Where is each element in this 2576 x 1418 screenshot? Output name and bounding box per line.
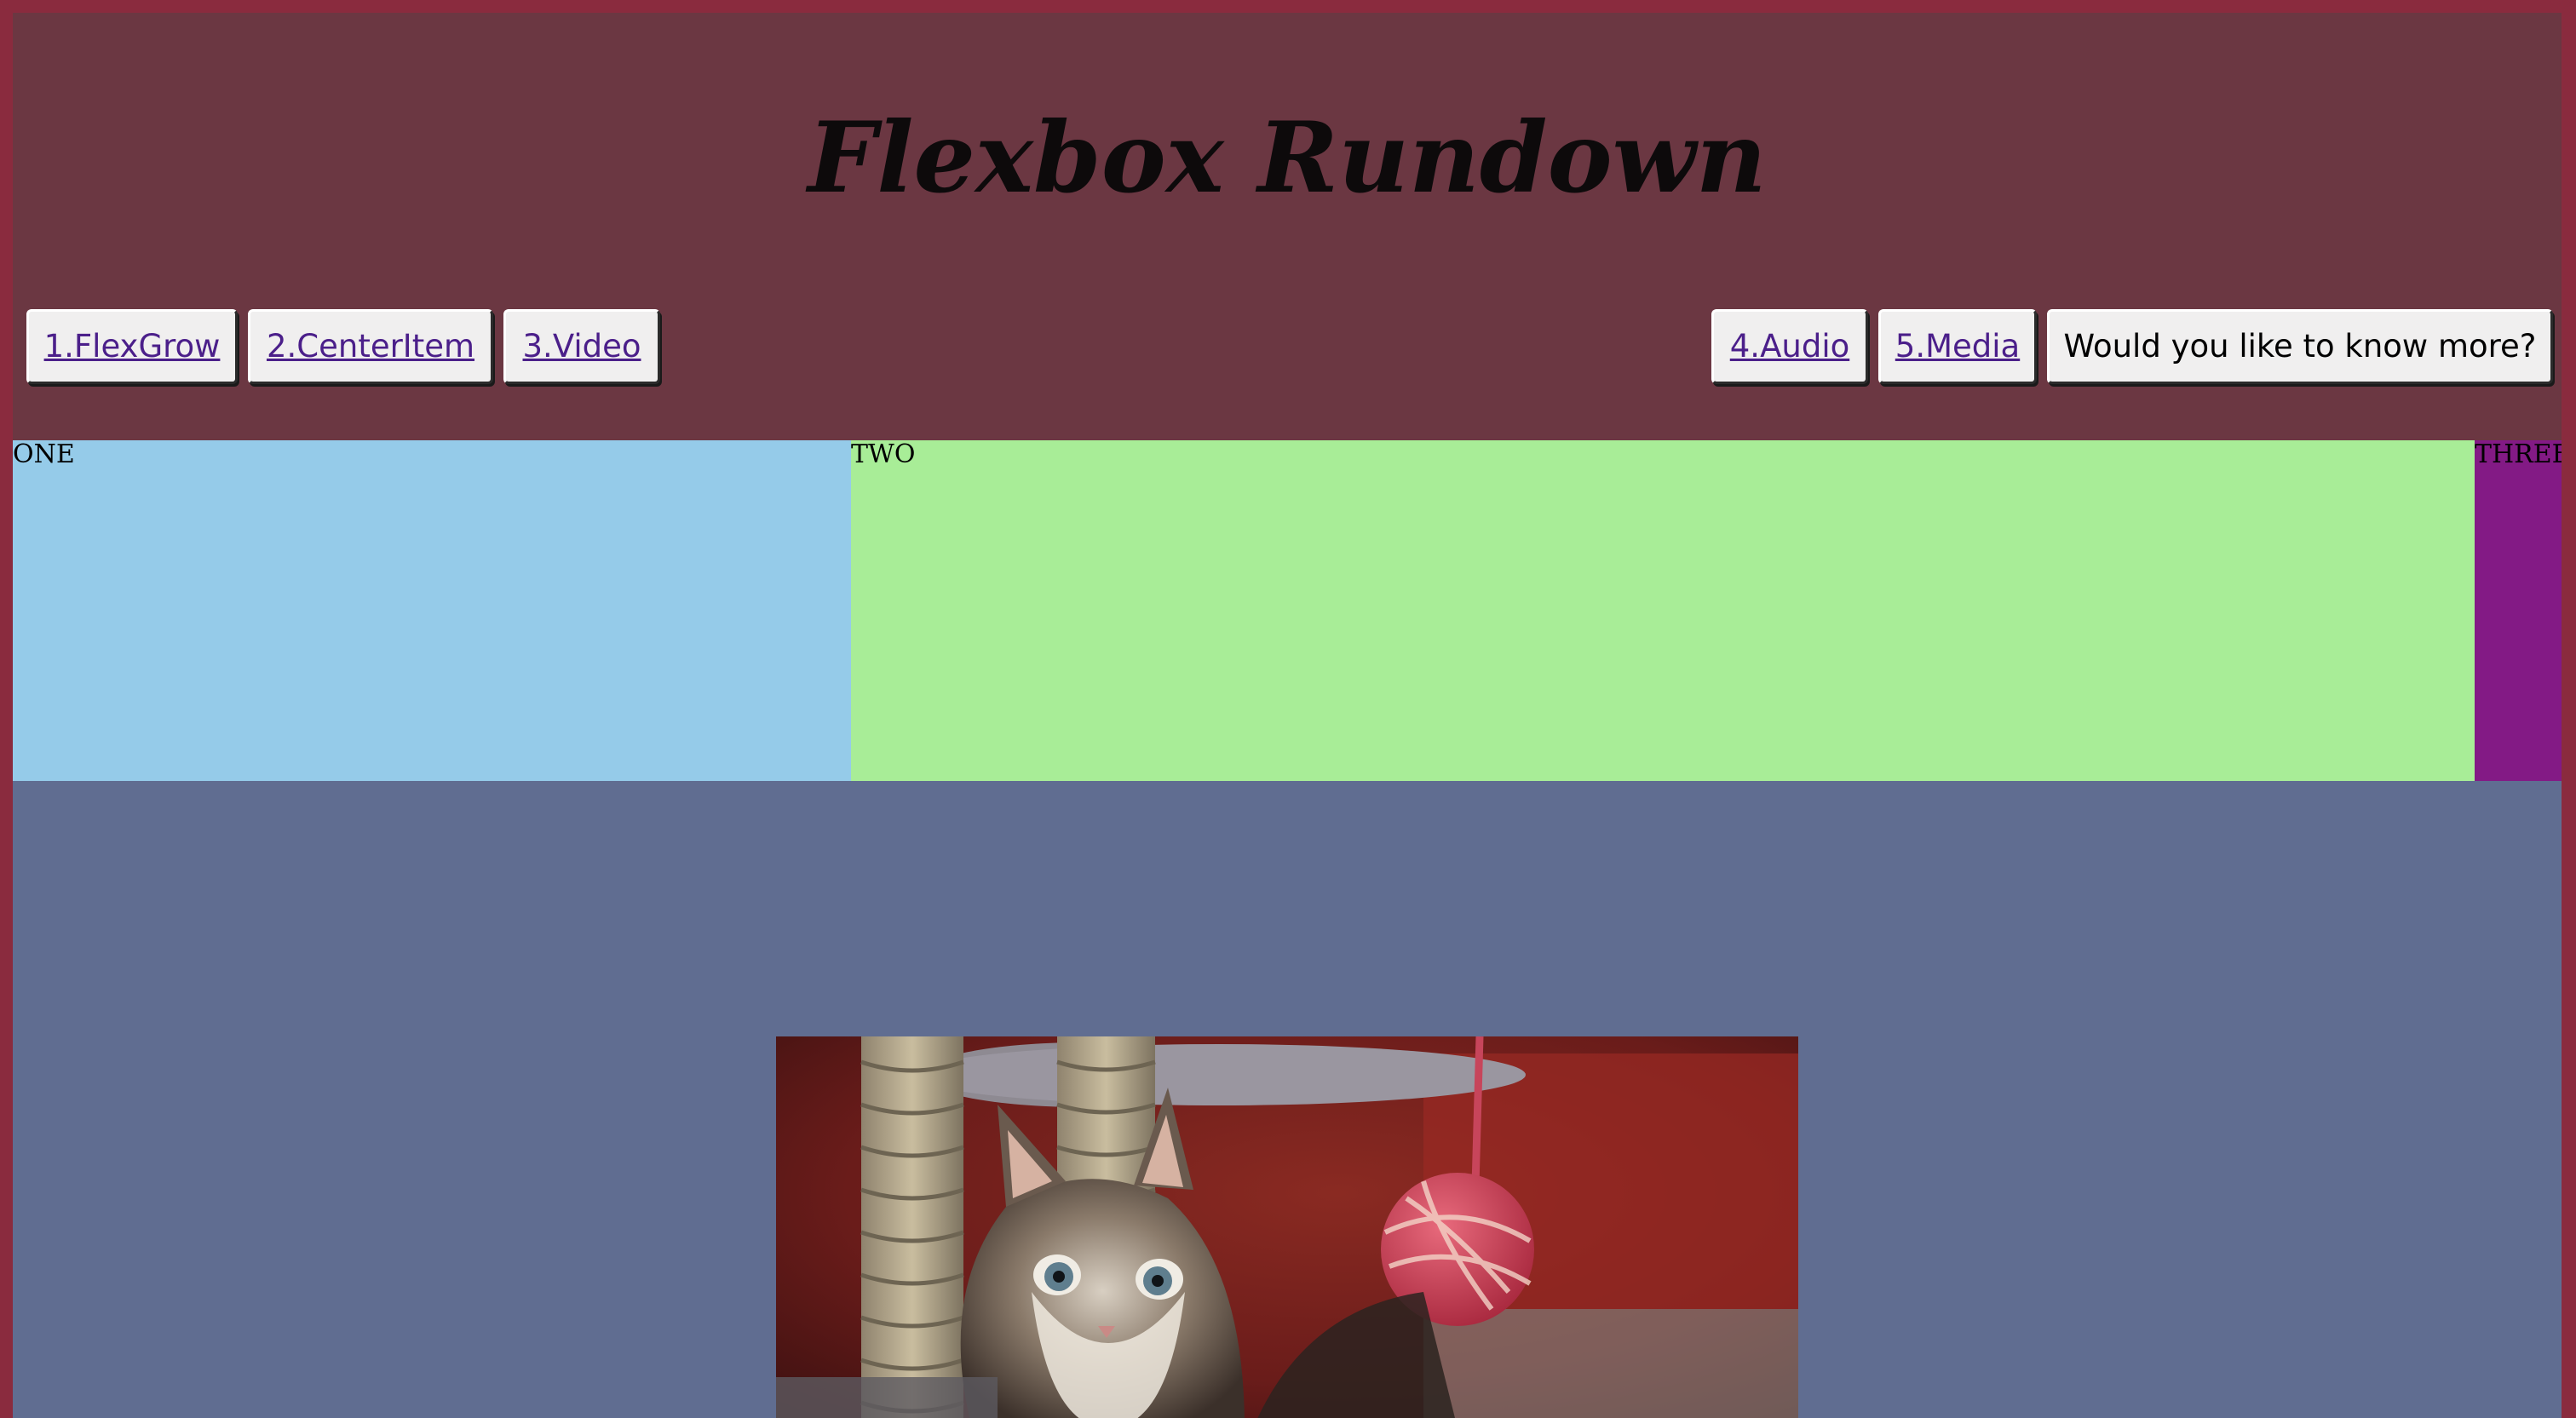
nav-link-flexgrow[interactable]: 1.FlexGrow <box>44 328 221 365</box>
nav-button-audio[interactable]: 4.Audio <box>1711 309 1868 384</box>
page-title: Flexbox Rundown <box>808 100 1767 215</box>
media-section <box>13 781 2562 1418</box>
nav-link-video[interactable]: 3.Video <box>523 328 641 365</box>
nav-button-media[interactable]: 5.Media <box>1878 309 2037 384</box>
page: Flexbox Rundown 1.FlexGrow 2.CenterItem … <box>13 13 2562 1418</box>
nav-button-flexgrow[interactable]: 1.FlexGrow <box>26 309 238 384</box>
know-more-button[interactable]: Would you like to know more? <box>2047 309 2553 384</box>
flex-box-two: TWO <box>851 440 2475 781</box>
flex-box-one: ONE <box>13 440 851 781</box>
nav-link-media[interactable]: 5.Media <box>1895 328 2020 365</box>
nav-button-centeritem[interactable]: 2.CenterItem <box>248 309 493 384</box>
flex-row: ONE TWO THREE <box>13 440 2562 781</box>
nav-button-video[interactable]: 3.Video <box>503 309 660 384</box>
nav-link-centeritem[interactable]: 2.CenterItem <box>267 328 474 365</box>
kitten-photo <box>776 1036 1798 1418</box>
nav-link-audio[interactable]: 4.Audio <box>1730 328 1849 365</box>
flex-box-three: THREE <box>2475 440 2562 781</box>
